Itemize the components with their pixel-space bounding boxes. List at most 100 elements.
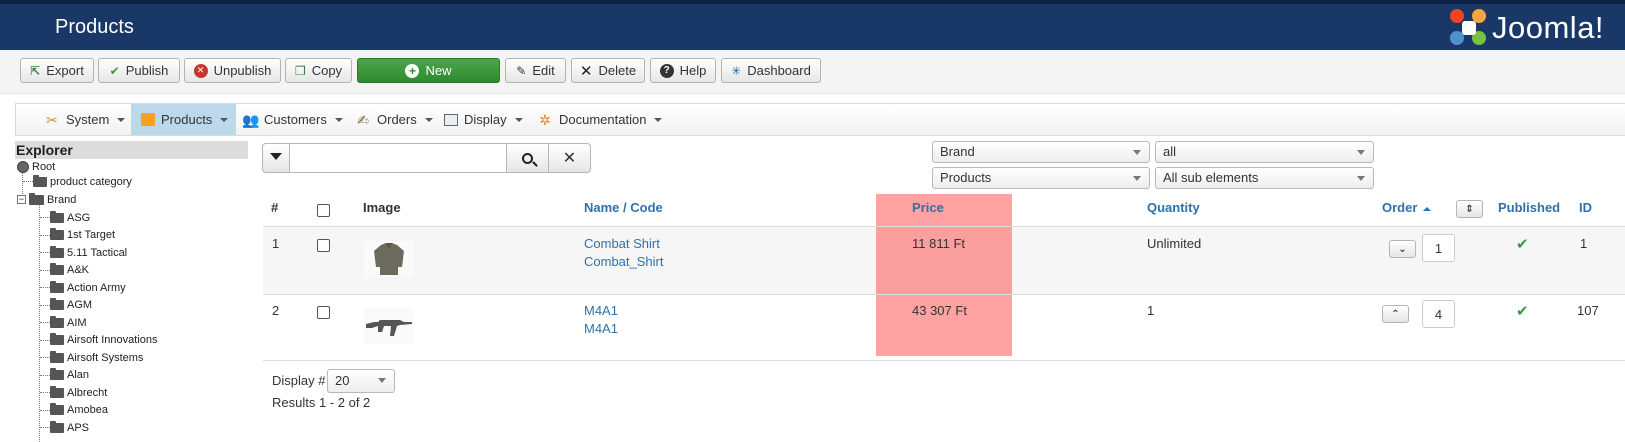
menu-documentation[interactable]: ✲ Documentation bbox=[537, 104, 663, 135]
row-checkbox[interactable] bbox=[317, 239, 330, 252]
product-thumbnail[interactable] bbox=[364, 308, 414, 344]
tree-node-label: ASG bbox=[67, 211, 91, 224]
field-select[interactable]: Brand bbox=[932, 141, 1150, 163]
tree-node-label: Airsoft Systems bbox=[67, 351, 144, 364]
col-header-name-code[interactable]: Name / Code bbox=[584, 200, 663, 215]
tree-node-label: product category bbox=[50, 175, 132, 188]
search-button[interactable] bbox=[507, 143, 549, 173]
col-header-price[interactable]: Price bbox=[912, 200, 944, 215]
product-id: 107 bbox=[1577, 303, 1599, 318]
tree-node-label: A&K bbox=[67, 264, 90, 276]
move-up-button[interactable]: ⌃ bbox=[1382, 305, 1409, 323]
header-bar: Products Joomla! bbox=[0, 4, 1625, 50]
delete-button[interactable]: ✕ Delete bbox=[571, 58, 645, 83]
value-select-value: all bbox=[1163, 144, 1177, 159]
edit-label: Edit bbox=[532, 63, 555, 78]
menu-customers[interactable]: 👥 Customers bbox=[242, 104, 343, 135]
menu-orders[interactable]: ✍ Orders bbox=[355, 104, 433, 135]
tree-node-brand-item[interactable]: A&K bbox=[50, 262, 89, 279]
tools-icon: ✂ bbox=[46, 111, 58, 128]
folder-icon bbox=[50, 298, 64, 310]
tree-node-brand[interactable]: − Brand bbox=[17, 191, 76, 208]
globe-icon bbox=[17, 160, 29, 173]
tree-node-label: AGM bbox=[67, 299, 93, 311]
tree-node-label: Alan bbox=[67, 369, 90, 381]
price-column-highlight bbox=[876, 194, 1012, 356]
display-limit-select[interactable]: 20 bbox=[327, 369, 395, 393]
help-label: Help bbox=[679, 63, 707, 78]
col-header-num: # bbox=[271, 200, 279, 215]
export-button[interactable]: ⇱ Export bbox=[20, 58, 94, 83]
new-button[interactable]: + New bbox=[357, 58, 500, 83]
published-check-icon[interactable]: ✔ bbox=[1516, 302, 1529, 320]
collapse-icon: − bbox=[17, 194, 26, 204]
tree-node-brand-item[interactable]: ASG bbox=[50, 209, 90, 226]
menu-products-label: Products bbox=[161, 112, 213, 127]
field-select-value: Brand bbox=[940, 144, 975, 159]
help-button[interactable]: ? Help bbox=[650, 58, 716, 83]
tree-node-brand-item[interactable]: Alan bbox=[50, 367, 89, 384]
tree-node-brand-item[interactable]: Action Army bbox=[50, 279, 126, 296]
copy-button[interactable]: ❐ Copy bbox=[285, 58, 352, 83]
tree-node-brand-item[interactable]: Albrecht bbox=[50, 384, 107, 401]
copy-label: Copy bbox=[311, 63, 343, 78]
filter-icon bbox=[270, 152, 282, 160]
row-checkbox[interactable] bbox=[317, 306, 330, 319]
divider bbox=[263, 226, 1625, 227]
tree-node-brand-item[interactable]: Airsoft Innovations bbox=[50, 332, 158, 349]
menu-products[interactable]: Products bbox=[131, 104, 237, 135]
explorer-tree: Root product category − Brand ASG 1st Tar… bbox=[15, 160, 248, 442]
unpublish-button[interactable]: ✕ Unpublish bbox=[184, 58, 281, 83]
value-select[interactable]: all bbox=[1155, 141, 1374, 163]
col-header-order[interactable]: Order bbox=[1382, 200, 1432, 215]
clear-search-button[interactable]: ✕ bbox=[549, 143, 591, 173]
tree-node-brand-item[interactable]: APS bbox=[50, 419, 89, 436]
scope-select[interactable]: All sub elements bbox=[1155, 167, 1374, 189]
product-thumbnail[interactable] bbox=[364, 241, 414, 277]
order-input[interactable]: 4 bbox=[1422, 300, 1455, 328]
published-check-icon[interactable]: ✔ bbox=[1516, 235, 1529, 253]
chevron-down-icon bbox=[1357, 150, 1365, 155]
row-num: 1 bbox=[272, 236, 280, 251]
product-code-link[interactable]: M4A1 bbox=[584, 321, 618, 336]
type-select[interactable]: Products bbox=[932, 167, 1150, 189]
move-down-button[interactable]: ⌄ bbox=[1389, 240, 1416, 258]
col-header-image: Image bbox=[363, 200, 401, 215]
menu-system[interactable]: ✂ System bbox=[44, 104, 126, 135]
product-name-link[interactable]: Combat Shirt bbox=[584, 236, 660, 251]
plus-circle-icon: + bbox=[405, 63, 420, 78]
chevron-down-icon bbox=[1133, 150, 1141, 155]
display-label: Display # bbox=[272, 373, 326, 388]
cancel-circle-icon: ✕ bbox=[193, 63, 208, 78]
product-code-link[interactable]: Combat_Shirt bbox=[584, 254, 663, 269]
export-icon: ⇱ bbox=[30, 63, 41, 78]
clear-icon: ✕ bbox=[562, 150, 577, 167]
dashboard-button[interactable]: ✳ Dashboard bbox=[721, 58, 821, 83]
joomla-logo-text: Joomla! bbox=[1492, 10, 1605, 45]
tree-node-brand-item[interactable]: Airsoft Systems bbox=[50, 349, 143, 366]
col-header-order-label: Order bbox=[1382, 200, 1418, 215]
explorer-title: Explorer bbox=[15, 141, 248, 159]
tree-node-brand-item[interactable]: AIM bbox=[50, 314, 87, 331]
search-input[interactable] bbox=[290, 143, 507, 173]
tree-node-brand-item[interactable]: Amobea bbox=[50, 402, 108, 419]
tree-node-brand-item[interactable]: AGM bbox=[50, 297, 92, 314]
tree-node-product-category[interactable]: product category bbox=[33, 173, 132, 190]
select-all-checkbox[interactable] bbox=[317, 204, 330, 217]
publish-button[interactable]: ✔ Publish bbox=[98, 58, 180, 83]
tree-node-brand-item[interactable]: 1st Target bbox=[50, 227, 115, 244]
col-header-id[interactable]: ID bbox=[1579, 200, 1592, 215]
col-header-published[interactable]: Published bbox=[1498, 200, 1560, 215]
col-header-quantity[interactable]: Quantity bbox=[1147, 200, 1200, 215]
order-input[interactable]: 1 bbox=[1422, 234, 1455, 262]
tree-node-brand-item[interactable]: 5.11 Tactical bbox=[50, 244, 127, 261]
product-name-link[interactable]: M4A1 bbox=[584, 303, 618, 318]
save-order-button[interactable]: ⇕ bbox=[1456, 200, 1483, 218]
product-quantity: 1 bbox=[1147, 303, 1155, 318]
tree-node-label: Airsoft Innovations bbox=[67, 334, 158, 346]
folder-icon bbox=[33, 174, 47, 187]
edit-button[interactable]: ✎ Edit bbox=[505, 58, 566, 83]
search-icon bbox=[522, 152, 538, 167]
menu-display[interactable]: Display bbox=[444, 104, 523, 135]
filter-button[interactable] bbox=[262, 143, 290, 173]
